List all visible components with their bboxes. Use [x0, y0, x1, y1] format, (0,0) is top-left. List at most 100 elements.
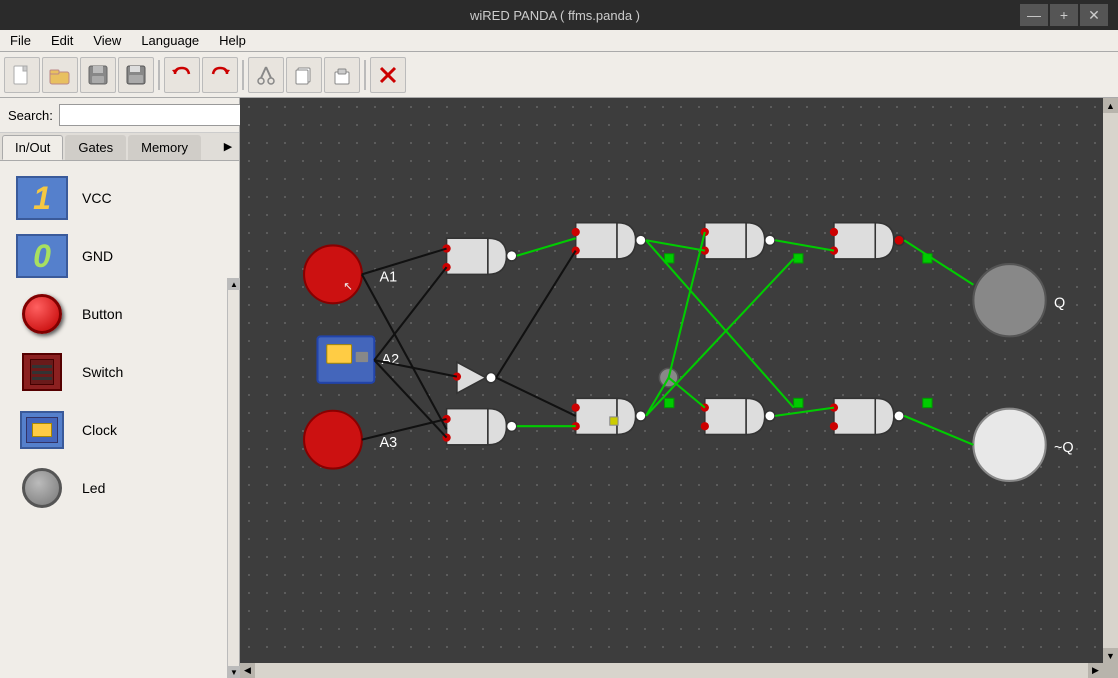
- switch-icon: [12, 347, 72, 397]
- maximize-button[interactable]: +: [1050, 4, 1078, 26]
- input-a2-pin: [356, 352, 368, 362]
- sidebar-scroll-down[interactable]: ▼: [228, 666, 240, 678]
- window-title: wiRED PANDA ( ffms.panda ): [90, 8, 1020, 23]
- gate-buffer[interactable]: [457, 362, 486, 393]
- pin-col2-bot-in1: [572, 403, 580, 411]
- menu-edit[interactable]: Edit: [41, 30, 83, 51]
- wire-green-7: [775, 240, 834, 250]
- led-label: Led: [82, 480, 105, 496]
- tab-memory[interactable]: Memory: [128, 135, 201, 160]
- gate-nand-1b[interactable]: [447, 409, 488, 445]
- output-nq: [973, 409, 1045, 481]
- label-a1: A1: [379, 270, 397, 286]
- clock-label: Clock: [82, 422, 117, 438]
- save-button[interactable]: [118, 57, 154, 93]
- vcc-label: VCC: [82, 190, 112, 206]
- gate-nand-1a[interactable]: [447, 238, 488, 274]
- input-a1-node[interactable]: [304, 245, 362, 303]
- h-scrollbar[interactable]: ◀ ▶: [240, 663, 1103, 678]
- v-scrollbar[interactable]: ▲ ▼: [1103, 98, 1118, 663]
- component-button[interactable]: Button: [4, 285, 235, 343]
- component-list: 1 VCC 0 GND Button: [0, 161, 239, 678]
- gnd-icon: 0: [12, 231, 72, 281]
- sidebar: Search: In/Out Gates Memory ▶ 1 VCC 0: [0, 98, 240, 678]
- search-label: Search:: [8, 108, 53, 123]
- switch-label: Switch: [82, 364, 123, 380]
- clock-icon: [12, 405, 72, 455]
- menubar: File Edit View Language Help: [0, 30, 1118, 52]
- gate-col3-bot[interactable]: [705, 398, 746, 434]
- gate-nand-1a-arch: [488, 238, 507, 274]
- v-scroll-up[interactable]: ▲: [1103, 98, 1118, 113]
- undo-button[interactable]: [164, 57, 200, 93]
- toolbar-separator-1: [158, 60, 160, 90]
- tab-inout[interactable]: In/Out: [2, 135, 63, 160]
- sidebar-scroll-up[interactable]: ▲: [228, 278, 240, 290]
- save-gray-button[interactable]: [80, 57, 116, 93]
- scroll-corner: [1103, 663, 1118, 678]
- delete-button[interactable]: [370, 57, 406, 93]
- component-gnd[interactable]: 0 GND: [4, 227, 235, 285]
- label-q: Q: [1054, 295, 1065, 311]
- led-icon: [12, 463, 72, 513]
- menu-help[interactable]: Help: [209, 30, 256, 51]
- pin-col2-top-in1: [572, 228, 580, 236]
- gnd-label: GND: [82, 248, 113, 264]
- input-a2-inner: [327, 345, 352, 364]
- copy-button[interactable]: [286, 57, 322, 93]
- gate-nand-1b-bubble: [506, 421, 516, 431]
- paste-button[interactable]: [324, 57, 360, 93]
- search-row: Search:: [0, 98, 239, 133]
- toolbar: [0, 52, 1118, 98]
- vcc-icon: 1: [12, 173, 72, 223]
- button-icon: [12, 289, 72, 339]
- close-button[interactable]: ✕: [1080, 4, 1108, 26]
- gate-col3-top[interactable]: [705, 223, 746, 259]
- search-input[interactable]: [59, 104, 245, 126]
- h-scroll-track[interactable]: [255, 663, 1088, 678]
- circuit-diagram[interactable]: A1 A2 A3 ↖: [240, 98, 1118, 678]
- canvas-area[interactable]: A1 A2 A3 ↖: [240, 98, 1118, 678]
- menu-view[interactable]: View: [83, 30, 131, 51]
- minimize-button[interactable]: —: [1020, 4, 1048, 26]
- titlebar: wiRED PANDA ( ffms.panda ) — + ✕: [0, 0, 1118, 30]
- tab-bar: In/Out Gates Memory ▶: [0, 133, 239, 161]
- gate-nand-1a-bubble: [506, 251, 516, 261]
- component-clock[interactable]: Clock: [4, 401, 235, 459]
- pin-col4-bot-in2: [830, 422, 838, 430]
- menu-file[interactable]: File: [0, 30, 41, 51]
- new-button[interactable]: [4, 57, 40, 93]
- cursor-indicator: ↖: [343, 281, 353, 293]
- window-controls: — + ✕: [1020, 4, 1108, 26]
- tab-gates[interactable]: Gates: [65, 135, 126, 160]
- tab-scroll-arrow[interactable]: ▶: [219, 135, 237, 157]
- h-scroll-right[interactable]: ▶: [1088, 663, 1103, 678]
- toolbar-separator-3: [364, 60, 366, 90]
- v-scroll-track[interactable]: [1103, 113, 1118, 648]
- h-scroll-left[interactable]: ◀: [240, 663, 255, 678]
- wire-a3-top: [362, 419, 447, 440]
- output-q: [973, 264, 1045, 336]
- v-scroll-down[interactable]: ▼: [1103, 648, 1118, 663]
- menu-language[interactable]: Language: [131, 30, 209, 51]
- component-vcc[interactable]: 1 VCC: [4, 169, 235, 227]
- wire-cross-1: [646, 259, 794, 416]
- redo-button[interactable]: [202, 57, 238, 93]
- wire-green-1: [517, 238, 576, 256]
- gate-col4-top[interactable]: [834, 223, 875, 259]
- wire-green-8: [904, 240, 973, 284]
- input-a3-node[interactable]: [304, 411, 362, 469]
- pin-col4-top-in1: [830, 228, 838, 236]
- wire-buf-bot: [496, 378, 576, 416]
- component-led[interactable]: Led: [4, 459, 235, 517]
- gate-buffer-bubble: [486, 373, 496, 383]
- cut-button[interactable]: [248, 57, 284, 93]
- label-a2: A2: [382, 352, 400, 368]
- wire-green-9: [904, 416, 973, 445]
- open-button[interactable]: [42, 57, 78, 93]
- component-switch[interactable]: Switch: [4, 343, 235, 401]
- label-a3: A3: [379, 435, 397, 451]
- gate-col2-top[interactable]: [576, 223, 617, 259]
- gate-col4-bot[interactable]: [834, 398, 875, 434]
- pin-col3-bot-in2: [701, 422, 709, 430]
